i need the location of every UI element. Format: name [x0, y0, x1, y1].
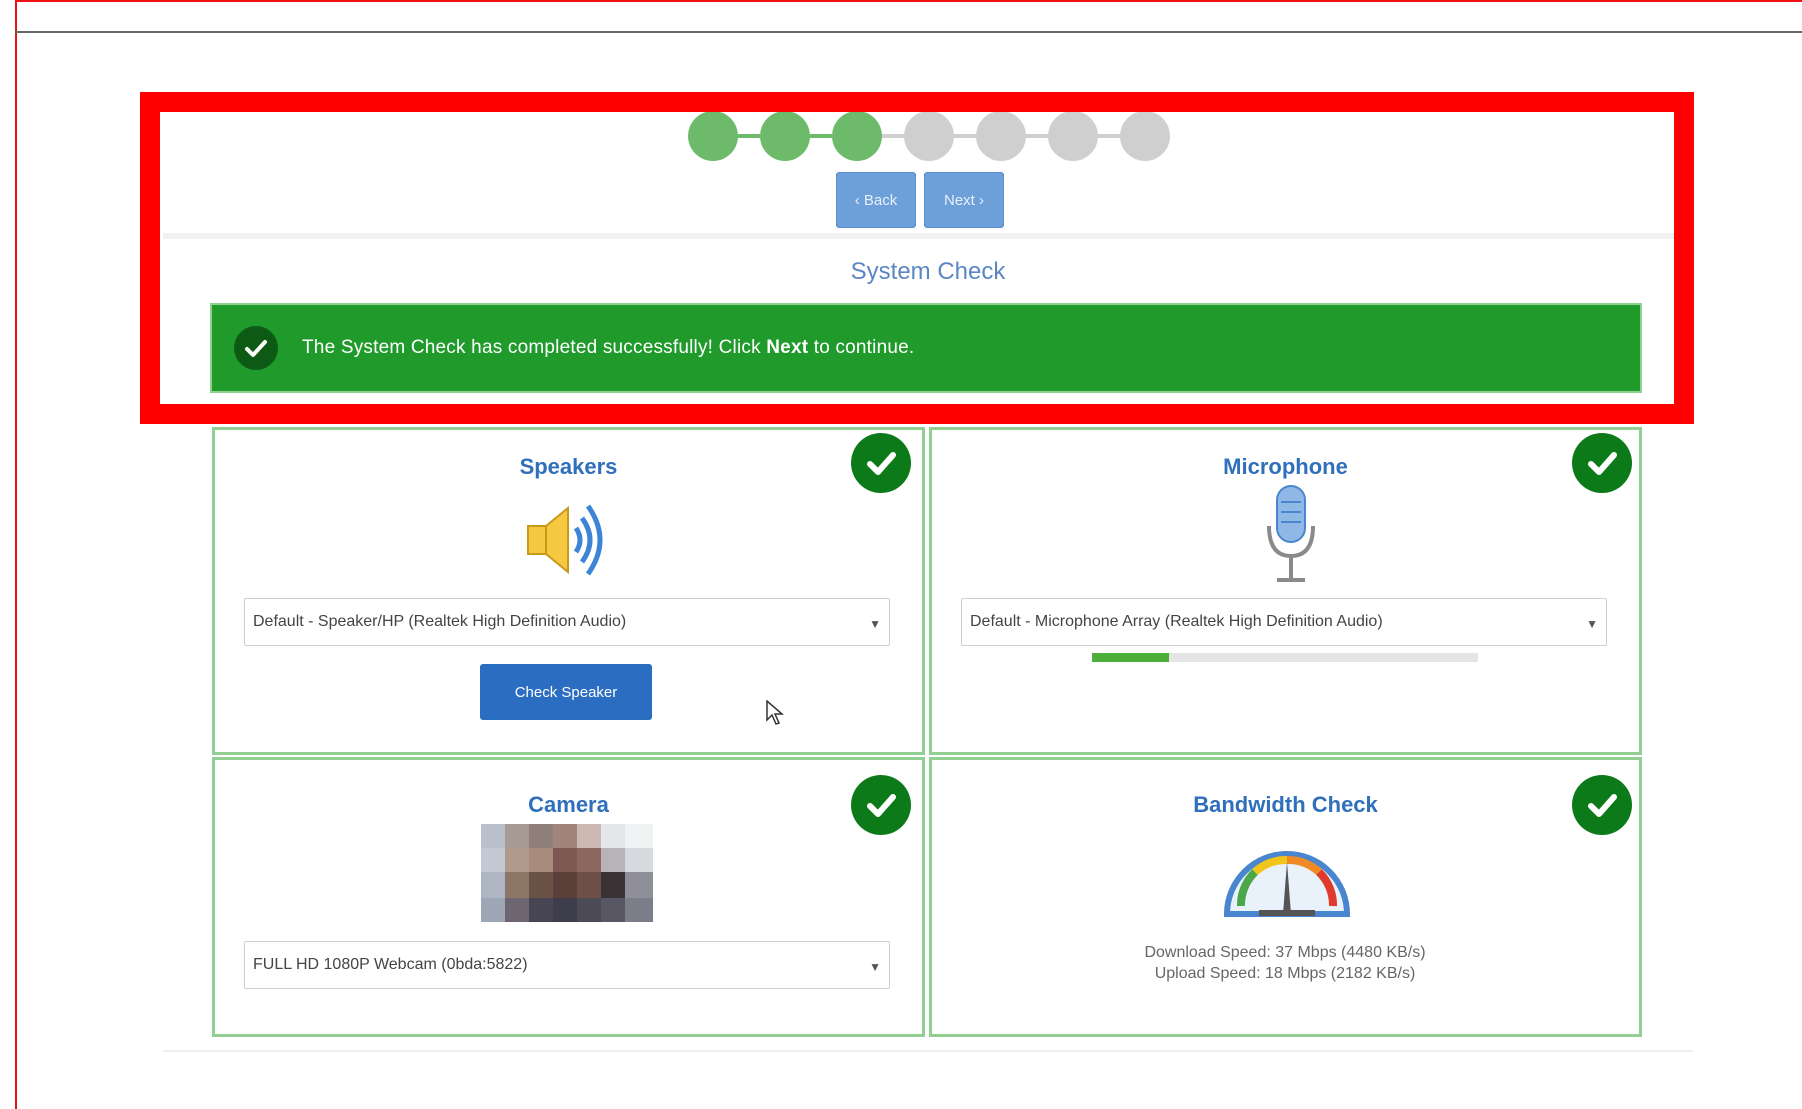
bandwidth-ok-icon [1572, 775, 1632, 835]
bandwidth-title: Bandwidth Check [1193, 792, 1378, 817]
speakers-title: Speakers [519, 454, 618, 479]
chevron-down-icon: ▼ [869, 960, 881, 974]
camera-panel: Camera [212, 757, 925, 1037]
step-2 [760, 111, 810, 161]
step-connector [738, 134, 760, 138]
wizard-nav: ‹ Back Next › [836, 172, 1004, 228]
step-5 [976, 111, 1026, 161]
step-connector [1098, 134, 1120, 138]
speaker-device-select[interactable]: Default - Speaker/HP (Realtek High Defin… [244, 598, 890, 646]
step-connector [1026, 134, 1048, 138]
speakers-ok-icon [851, 433, 911, 493]
microphone-panel: Microphone [929, 427, 1642, 755]
microphone-title: Microphone [1223, 454, 1348, 479]
speedometer-icon [1219, 826, 1355, 927]
microphone-ok-icon [1572, 433, 1632, 493]
page-title: System Check [850, 258, 1006, 285]
camera-ok-icon [851, 775, 911, 835]
section-divider [163, 233, 1693, 239]
next-emphasis: Next [766, 337, 809, 358]
chevron-down-icon: ▼ [869, 617, 881, 631]
upload-speed: Upload Speed: 18 Mbps (2182 KB/s) [1154, 965, 1416, 982]
microphone-level-meter [1092, 653, 1478, 662]
speaker-icon [520, 490, 620, 595]
step-6 [1048, 111, 1098, 161]
camera-title: Camera [528, 792, 609, 817]
step-7 [1120, 111, 1170, 161]
camera-device-select[interactable]: FULL HD 1080P Webcam (0bda:5822) ▼ [244, 941, 890, 989]
microphone-level-fill [1092, 653, 1170, 662]
step-1 [688, 111, 738, 161]
top-divider [15, 31, 1802, 33]
step-connector [882, 134, 904, 138]
camera-device-value: FULL HD 1080P Webcam (0bda:5822) [253, 956, 528, 973]
mouse-cursor-icon [766, 699, 785, 731]
check-speaker-button[interactable]: Check Speaker [480, 664, 652, 720]
bandwidth-results: Download Speed: 37 Mbps (4480 KB/s) Uplo… [930, 942, 1640, 984]
back-button[interactable]: ‹ Back [836, 172, 916, 228]
step-3 [832, 111, 882, 161]
success-banner: The System Check has completed successfu… [210, 303, 1642, 393]
camera-preview [481, 824, 653, 927]
download-speed: Download Speed: 37 Mbps (4480 KB/s) [1144, 944, 1426, 961]
microphone-icon [1261, 482, 1321, 593]
step-connector [810, 134, 832, 138]
success-message: The System Check has completed successfu… [302, 337, 915, 358]
microphone-device-value: Default - Microphone Array (Realtek High… [970, 613, 1383, 630]
bandwidth-panel: Bandwidth Check [929, 757, 1642, 1037]
step-4 [904, 111, 954, 161]
progress-stepper [688, 110, 1170, 162]
next-button[interactable]: Next › [924, 172, 1004, 228]
step-connector [954, 134, 976, 138]
speaker-device-value: Default - Speaker/HP (Realtek High Defin… [253, 613, 627, 630]
chevron-down-icon: ▼ [1586, 617, 1598, 631]
check-circle-icon [234, 326, 278, 370]
card-bottom-edge [163, 1050, 1693, 1052]
microphone-device-select[interactable]: Default - Microphone Array (Realtek High… [961, 598, 1607, 646]
